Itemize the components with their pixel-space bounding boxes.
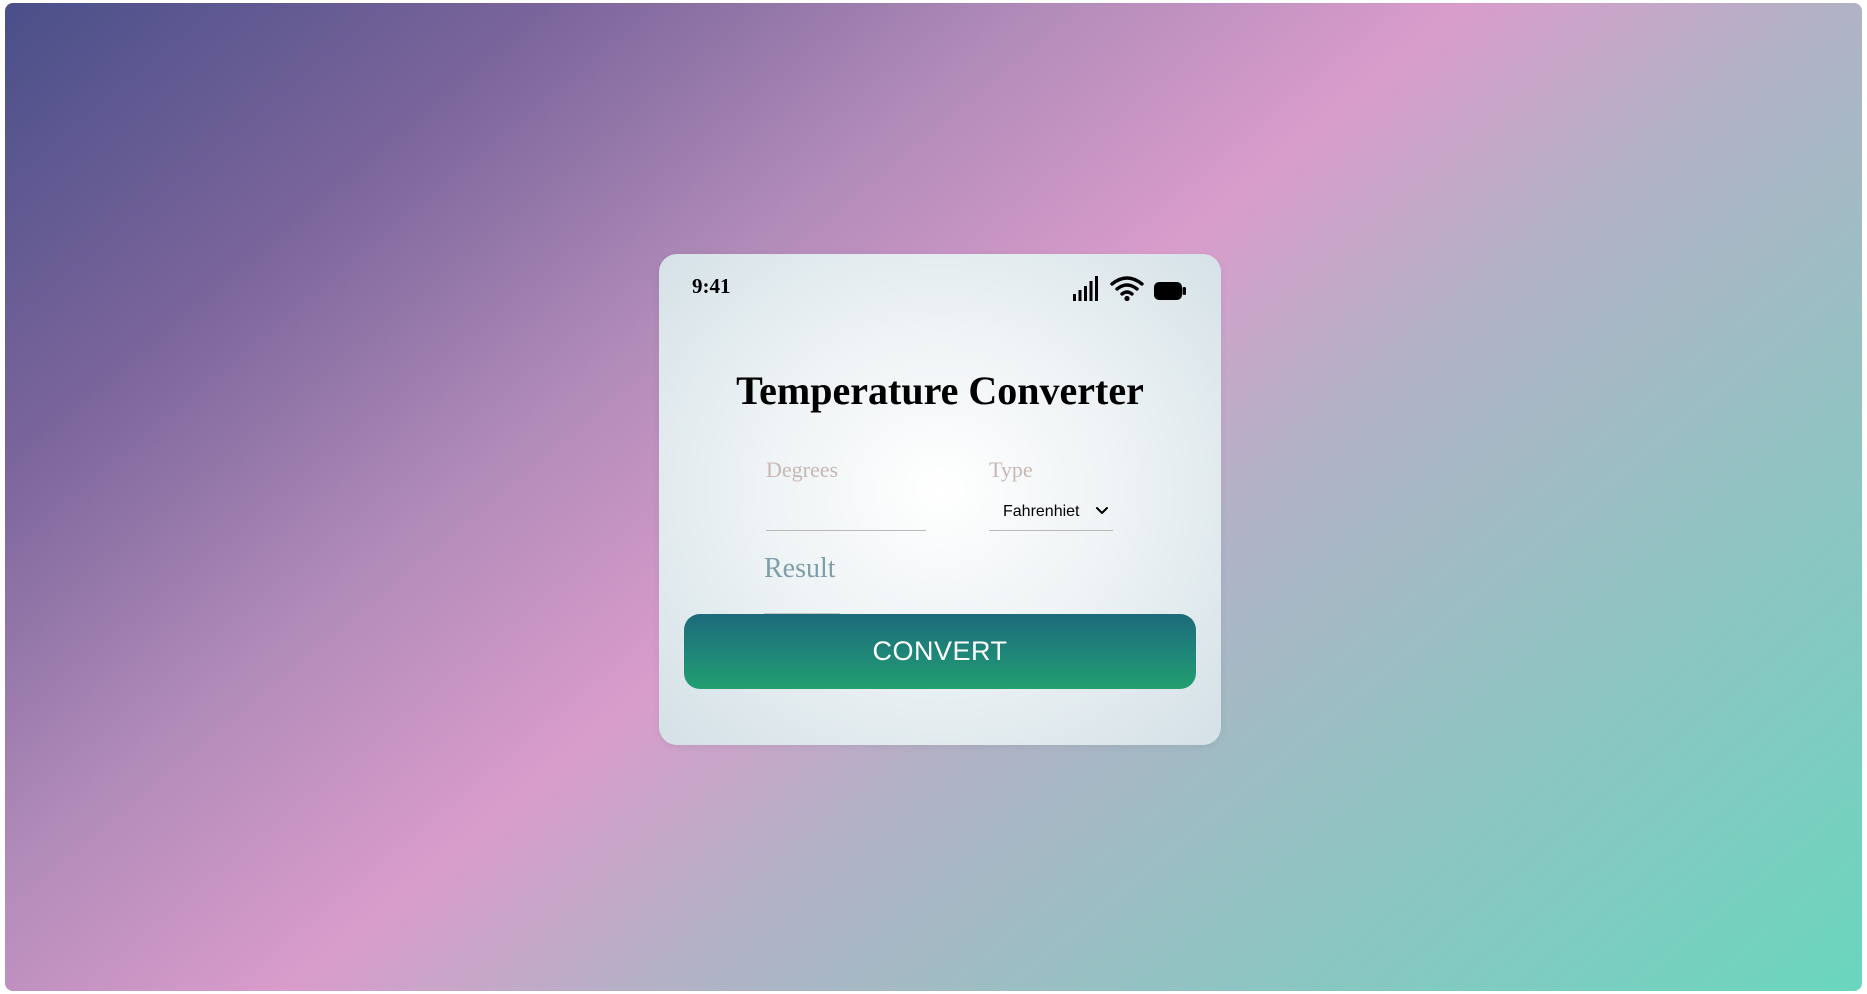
wifi-icon xyxy=(1110,275,1144,306)
type-select[interactable]: Fahrenhiet xyxy=(989,493,1113,531)
battery-icon xyxy=(1154,281,1187,306)
status-time: 9:41 xyxy=(692,274,731,298)
phone-card: 9:41 Temperature Converter Degrees Type … xyxy=(659,254,1221,745)
page-title: Temperature Converter xyxy=(736,368,1144,413)
type-label: Type xyxy=(989,457,1033,482)
degrees-label: Degrees xyxy=(766,457,839,482)
signal-icon xyxy=(1072,275,1100,306)
page-background: 9:41 Temperature Converter Degrees Type … xyxy=(5,3,1862,991)
status-icons xyxy=(1072,275,1187,306)
result-label: Result xyxy=(764,553,836,584)
chevron-down-icon xyxy=(1095,503,1109,521)
degrees-input[interactable] xyxy=(766,486,926,531)
type-select-value: Fahrenhiet xyxy=(1003,502,1080,520)
convert-button[interactable]: CONVERT xyxy=(684,614,1196,689)
